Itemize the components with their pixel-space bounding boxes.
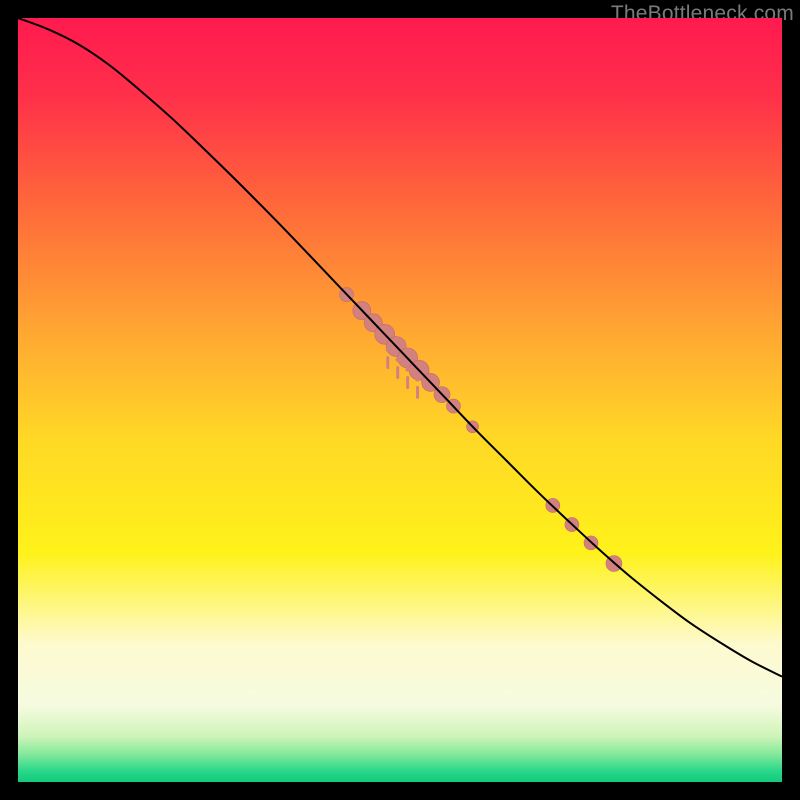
marker-dot [405, 367, 409, 371]
gradient-background [18, 18, 782, 782]
marker-dot [415, 377, 419, 381]
plot-area [18, 18, 782, 782]
marker-dot [396, 357, 400, 361]
marker-dot [386, 347, 390, 351]
chart-svg [18, 18, 782, 782]
chart-frame: TheBottleneck.com [0, 0, 800, 800]
